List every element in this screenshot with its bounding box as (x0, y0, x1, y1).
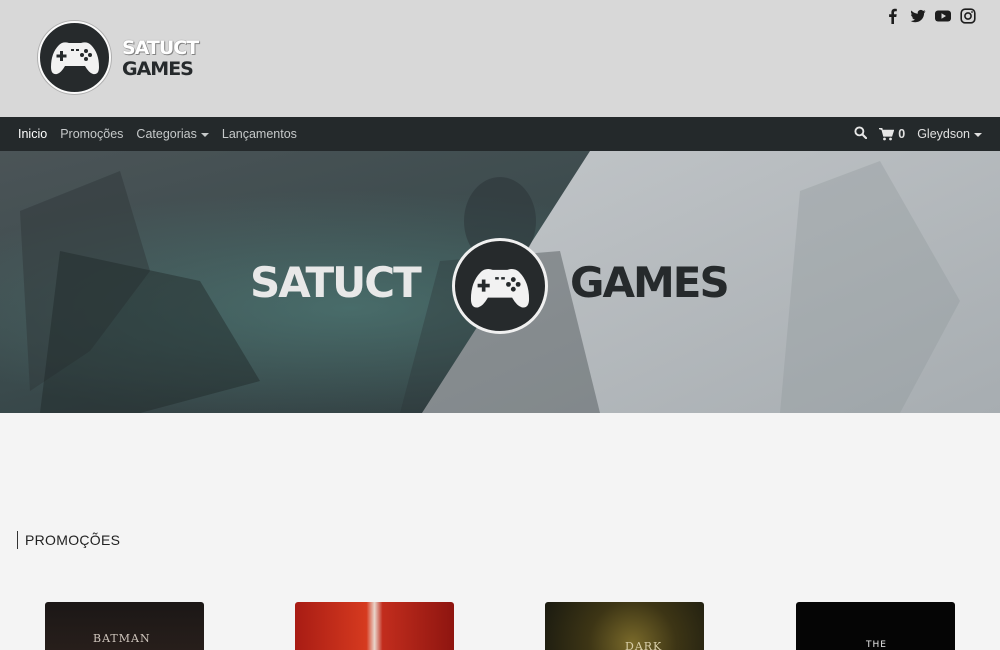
cart-count: 0 (898, 127, 906, 141)
nav-actions: 0 Gleydson (854, 117, 982, 151)
instagram-icon[interactable] (960, 8, 976, 24)
nav-item-lancamentos[interactable]: Lançamentos (222, 127, 297, 141)
game-card-title: BATMAN (93, 632, 151, 645)
youtube-icon[interactable] (935, 8, 951, 24)
nav-item-promocoes[interactable]: Promoções (60, 127, 123, 141)
nav-item-categorias[interactable]: Categorias (136, 127, 209, 141)
hero-gamepad-icon (452, 238, 548, 334)
cart-icon (879, 127, 895, 140)
game-card-title: DARK (625, 640, 663, 650)
brand-line-1: SATUCT (122, 37, 199, 59)
brand-logo-text[interactable]: SATUCT GAMES (122, 37, 199, 80)
chevron-down-icon (974, 132, 982, 137)
game-card[interactable] (295, 602, 454, 650)
promo-cards: BATMAN DARK THE (0, 602, 1000, 650)
game-card-title: THE (866, 640, 887, 650)
chevron-down-icon (200, 132, 209, 137)
user-name: Gleydson (917, 127, 970, 141)
game-card[interactable]: DARK (545, 602, 704, 650)
hero-banner[interactable]: SATUCT GAMES (0, 151, 1000, 413)
hero-title-left: SATUCT (250, 258, 422, 307)
game-card[interactable]: BATMAN (45, 602, 204, 650)
game-card[interactable]: THE (796, 602, 955, 650)
main-navbar: Inicio Promoções Categorias Lançamentos … (0, 117, 1000, 151)
social-links (885, 8, 976, 24)
nav-menu: Inicio Promoções Categorias Lançamentos (18, 117, 297, 151)
hero-title-right: GAMES (570, 258, 730, 307)
brand-line-2: GAMES (122, 58, 194, 80)
section-title-promocoes: PROMOÇÕES (17, 531, 120, 549)
twitter-icon[interactable] (910, 8, 926, 24)
facebook-icon[interactable] (885, 8, 901, 24)
cart-button[interactable]: 0 (879, 127, 905, 141)
user-menu[interactable]: Gleydson (917, 127, 982, 141)
site-header: SATUCT GAMES (0, 0, 1000, 117)
nav-item-inicio[interactable]: Inicio (18, 127, 47, 141)
search-icon[interactable] (854, 126, 868, 142)
nav-item-categorias-label: Categorias (136, 127, 197, 141)
logo-gamepad-icon[interactable] (38, 21, 111, 94)
